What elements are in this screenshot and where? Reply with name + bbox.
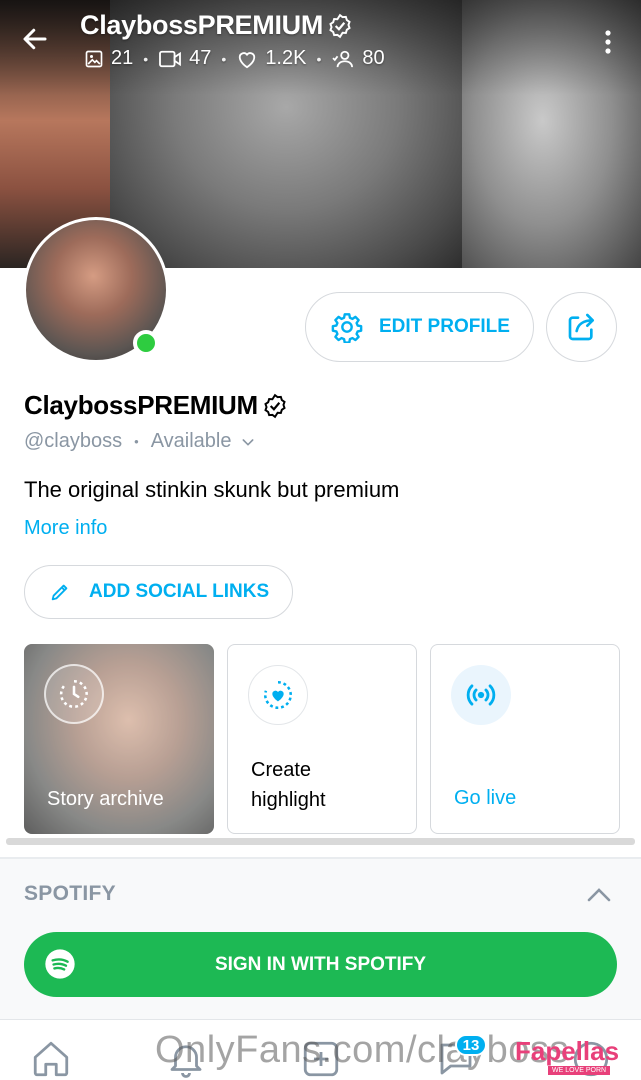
video-icon [159, 50, 182, 67]
image-icon [85, 50, 103, 67]
chevron-up-icon [587, 888, 611, 902]
brand-watermark: Fapellas [515, 1036, 620, 1066]
create-highlight-card[interactable]: Create highlight [227, 644, 417, 834]
go-live-icon-wrap [451, 665, 511, 725]
story-archive-card[interactable]: Story archive [24, 644, 214, 834]
back-button[interactable] [20, 24, 60, 60]
story-archive-label: Story archive [47, 788, 164, 810]
handle-row: @clayboss • Available [24, 430, 256, 453]
header-title: ClaybossPREMIUM [80, 10, 353, 41]
likes-stat[interactable]: 1.2K [236, 47, 306, 70]
verified-icon [264, 393, 286, 418]
fans-stat[interactable]: 80 [331, 47, 385, 70]
spotify-section-title: SPOTIFY [24, 882, 116, 905]
videos-stat[interactable]: 47 [158, 47, 211, 70]
gear-icon [331, 313, 363, 343]
profile-bio: The original stinkin skunk but premium [24, 477, 400, 502]
story-archive-icon-wrap [44, 664, 104, 724]
verified-icon [329, 13, 351, 38]
share-button[interactable] [546, 292, 617, 362]
go-live-card[interactable]: Go live [430, 644, 620, 834]
spotify-logo-icon [45, 949, 75, 979]
add-social-links-button[interactable]: ADD SOCIAL LINKS [24, 565, 293, 619]
create-highlight-label: Create highlight [251, 759, 326, 811]
chevron-down-icon[interactable] [240, 434, 256, 450]
profile-name: ClaybossPREMIUM [24, 390, 288, 421]
highlight-heart-icon [264, 680, 292, 709]
brand-tagline: WE LOVE PORN [548, 1066, 611, 1075]
header-stats: 21 • 47 • 1.2K • 80 [84, 47, 385, 70]
profile-header: ClaybossPREMIUM 21 • 47 • 1.2K • 80 [0, 0, 641, 90]
pencil-icon [51, 584, 68, 601]
nav-home[interactable] [30, 1038, 72, 1080]
photos-stat[interactable]: 21 [84, 47, 133, 70]
arrow-left-icon [23, 28, 47, 50]
home-icon [33, 1041, 69, 1077]
share-icon [568, 313, 594, 341]
profile-handle: @clayboss [24, 430, 123, 452]
sign-in-spotify-button[interactable]: SIGN IN WITH SPOTIFY [24, 932, 617, 997]
availability-status[interactable]: Available [151, 430, 232, 453]
more-info-link[interactable]: More info [24, 517, 107, 540]
edit-profile-button[interactable]: EDIT PROFILE [305, 292, 534, 362]
online-status-indicator [133, 330, 159, 356]
go-live-label: Go live [454, 787, 517, 809]
broadcast-icon [466, 684, 496, 706]
user-icon [332, 50, 354, 67]
watermark-text: OnlyFans.com/clayboss [155, 1029, 569, 1071]
collapse-spotify-button[interactable] [586, 884, 612, 906]
heart-icon [239, 51, 256, 68]
cards-scrollbar[interactable] [6, 838, 635, 845]
more-options-button[interactable] [596, 26, 620, 58]
messages-badge: 13 [455, 1034, 487, 1056]
clock-history-icon [59, 679, 88, 708]
create-highlight-icon-wrap [248, 665, 308, 725]
more-vertical-icon [605, 30, 611, 54]
